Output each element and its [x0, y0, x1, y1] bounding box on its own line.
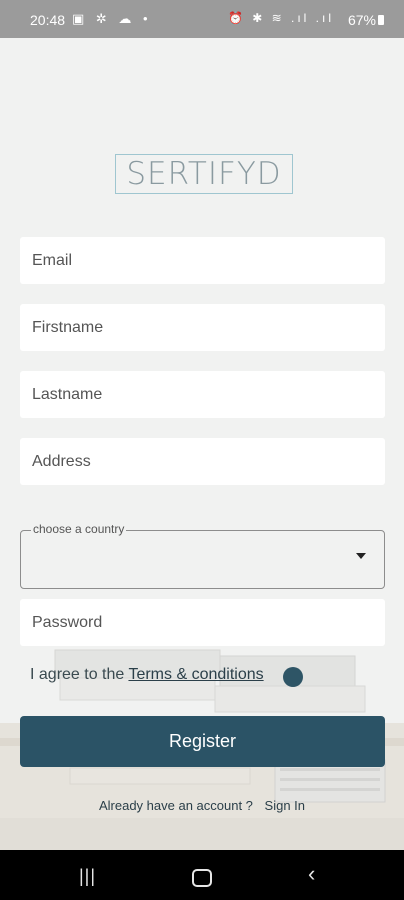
home-icon[interactable] [192, 869, 212, 887]
notification-icons: ▣ ✲ ☁ • [72, 11, 152, 26]
country-select-label: choose a country [31, 522, 127, 536]
terms-toggle[interactable] [283, 667, 303, 687]
signal-icons: ⏰ ✱ ≋ .ıl .ıl [227, 11, 334, 25]
battery-level: 67% [347, 12, 376, 28]
register-screen: SERTIFYD choose a country I agree to the… [0, 38, 404, 850]
agree-text: I agree to the [30, 666, 129, 683]
status-bar: 20:48 ▣ ✲ ☁ • ⏰ ✱ ≋ .ıl .ıl 67% [0, 0, 404, 38]
status-time: 20:48 [30, 12, 66, 28]
battery-icon [378, 15, 384, 25]
address-field[interactable] [20, 438, 385, 485]
terms-link[interactable]: Terms & conditions [128, 666, 263, 683]
already-account-text: Already have an account ? [98, 798, 253, 813]
recent-apps-icon[interactable]: ||| [79, 866, 96, 887]
terms-agreement: I agree to the Terms & conditions [30, 666, 264, 684]
navigation-bar: ||| ‹ [0, 850, 404, 900]
signin-prompt: Already have an account ? Sign In [0, 798, 404, 813]
caret-down-icon [356, 553, 366, 559]
firstname-field[interactable] [20, 304, 385, 351]
lastname-field[interactable] [20, 371, 385, 418]
country-select[interactable]: choose a country [20, 522, 385, 589]
email-field[interactable] [20, 237, 385, 284]
signin-link[interactable]: Sign In [265, 798, 305, 813]
sertifyd-logo: SERTIFYD [115, 154, 293, 194]
back-icon[interactable]: ‹ [308, 861, 315, 887]
register-button[interactable]: Register [20, 716, 385, 767]
password-field[interactable] [20, 599, 385, 646]
